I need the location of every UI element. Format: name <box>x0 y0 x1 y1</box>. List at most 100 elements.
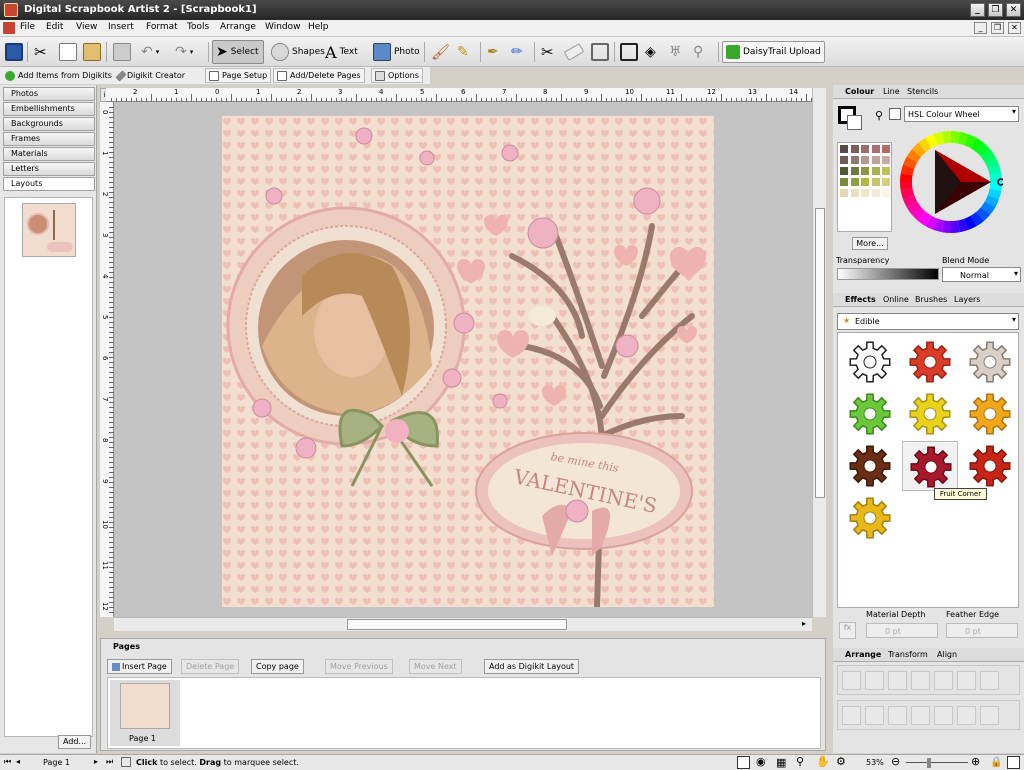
horizontal-scrollbar[interactable]: ▸ <box>114 617 812 631</box>
cut-button[interactable]: ✂ <box>31 40 50 64</box>
colour-swatch[interactable] <box>839 155 849 165</box>
minimize-button[interactable]: _ <box>970 3 985 17</box>
zoom-out-icon[interactable]: ⊖ <box>891 755 900 768</box>
page-thumb[interactable]: Page 1 <box>110 680 180 746</box>
insert-page-button[interactable]: Insert Page <box>107 659 172 674</box>
zoom-settings-icon[interactable]: ⚙ <box>836 755 846 768</box>
maximize-button[interactable]: ❐ <box>988 3 1003 17</box>
arrange-button[interactable] <box>957 671 976 690</box>
frame-tool[interactable] <box>617 40 641 64</box>
effects-gallery[interactable] <box>837 332 1019 608</box>
effect-orange[interactable] <box>962 389 1018 439</box>
add-as-layout-button[interactable]: Add as Digikit Layout <box>484 659 580 674</box>
colour-swatch[interactable] <box>860 177 871 187</box>
effect-red[interactable] <box>902 337 958 387</box>
menu-tools[interactable]: Tools <box>187 22 209 32</box>
material-depth-input[interactable]: 0 pt <box>866 623 938 638</box>
menu-format[interactable]: Format <box>146 22 178 32</box>
next-page-button[interactable]: ▸ <box>94 757 98 766</box>
colour-swatch[interactable] <box>870 144 881 154</box>
add-items-button[interactable]: Add Items from Digikits <box>2 68 115 83</box>
first-page-button[interactable]: ⏮ <box>4 757 11 767</box>
text-tool[interactable]: A Text <box>322 40 361 64</box>
shapes-tool[interactable]: Shapes <box>268 40 328 64</box>
colour-swatch[interactable] <box>860 188 871 198</box>
tab-align[interactable]: Align <box>937 650 957 659</box>
transparency-tool[interactable]: ♅ <box>666 40 685 64</box>
colour-swatch[interactable] <box>839 188 849 198</box>
daisytrail-upload-button[interactable]: DaisyTrail Upload <box>722 41 825 63</box>
arrange-button[interactable] <box>842 671 861 690</box>
zoom-icon[interactable]: ⚲ <box>796 755 804 768</box>
save-button[interactable] <box>2 40 26 64</box>
zoom-slider-thumb[interactable] <box>927 758 931 768</box>
dropper-tool[interactable]: ⚲ <box>690 40 706 64</box>
colour-swatch[interactable] <box>860 155 871 165</box>
colour-swatch[interactable] <box>849 144 860 154</box>
mdi-restore-button[interactable]: ❐ <box>991 22 1004 34</box>
tab-backgrounds[interactable]: Backgrounds <box>3 117 95 131</box>
mdi-close-button[interactable]: ✕ <box>1008 22 1021 34</box>
effect-fruit-corner[interactable] <box>902 441 958 491</box>
effect-green[interactable] <box>842 389 898 439</box>
add-delete-pages-button[interactable]: Add/Delete Pages <box>273 68 365 83</box>
blend-mode-select[interactable]: Normal ▾ <box>942 267 1021 282</box>
tab-online[interactable]: Online <box>883 295 909 304</box>
colour-swatch[interactable] <box>839 177 849 187</box>
colour-swatch[interactable] <box>870 188 881 198</box>
copy-button[interactable] <box>56 40 80 64</box>
more-colours-button[interactable]: More... <box>852 237 888 250</box>
tab-line[interactable]: Line <box>883 87 900 96</box>
layouts-list[interactable] <box>4 197 93 737</box>
tab-arrange[interactable]: Arrange <box>845 650 881 659</box>
mdi-minimize-button[interactable]: _ <box>974 22 987 34</box>
hsl-colour-wheel[interactable] <box>899 130 1003 234</box>
tab-layers[interactable]: Layers <box>954 295 980 304</box>
scrapbook-page[interactable]: be mine this VALENTINE'S <box>222 116 714 607</box>
effect-chocolate[interactable] <box>842 441 898 491</box>
colour-mode-select[interactable]: HSL Colour Wheel ▾ <box>904 106 1019 122</box>
colour-swatch[interactable] <box>881 155 892 165</box>
delete-page-button[interactable]: Delete Page <box>181 659 240 674</box>
pen-tool[interactable]: ✒ <box>484 40 502 64</box>
colour-swatch[interactable] <box>849 166 860 176</box>
tab-layouts[interactable]: Layouts <box>3 177 95 191</box>
arrange-button[interactable] <box>888 706 907 725</box>
zoom-in-icon[interactable]: ⊕ <box>971 755 980 768</box>
eraser-tool[interactable] <box>562 40 586 64</box>
prev-page-button[interactable]: ◂ <box>16 757 20 766</box>
tab-effects[interactable]: Effects <box>845 295 876 304</box>
digikit-creator-button[interactable]: Digikit Creator <box>115 68 188 83</box>
tab-brushes[interactable]: Brushes <box>915 295 947 304</box>
menu-insert[interactable]: Insert <box>108 22 134 32</box>
horizontal-ruler[interactable]: 2 1 0 1 2 3 4 5 6 7 8 9 10 11 12 13 14 <box>106 88 812 102</box>
menu-edit[interactable]: Edit <box>46 22 63 32</box>
zoom-slider[interactable] <box>906 762 968 763</box>
effect-yellow[interactable] <box>902 389 958 439</box>
effect-cheese[interactable] <box>842 493 898 543</box>
colour-swatch[interactable] <box>870 155 881 165</box>
paste-button[interactable] <box>80 40 104 64</box>
move-previous-button[interactable]: Move Previous <box>325 659 393 674</box>
colour-swatch[interactable] <box>870 166 881 176</box>
add-layout-button[interactable]: Add... <box>58 735 91 749</box>
arrange-button[interactable] <box>980 706 999 725</box>
undo-button[interactable]: ↶ ▾ <box>138 40 162 64</box>
colour-swatch[interactable] <box>839 144 849 154</box>
fill-colour-swatch[interactable] <box>847 115 862 130</box>
scroll-right-arrow[interactable]: ▸ <box>798 619 810 630</box>
tab-letters[interactable]: Letters <box>3 162 95 176</box>
scissors-tool[interactable]: ✂ <box>538 40 557 64</box>
colour-swatch[interactable] <box>849 155 860 165</box>
arrange-button[interactable] <box>865 671 884 690</box>
arrange-button[interactable] <box>934 671 953 690</box>
horizontal-scroll-thumb[interactable] <box>347 619 567 630</box>
colour-swatch[interactable] <box>881 144 892 154</box>
paint-tool[interactable]: ✎ <box>454 40 472 64</box>
effects-category-select[interactable]: ★ Edible ▾ <box>837 313 1019 330</box>
menu-window[interactable]: Window <box>265 22 301 32</box>
format-painter-button[interactable] <box>110 40 134 64</box>
arrange-button[interactable] <box>911 706 930 725</box>
menu-arrange[interactable]: Arrange <box>220 22 256 32</box>
arrange-button[interactable] <box>888 671 907 690</box>
